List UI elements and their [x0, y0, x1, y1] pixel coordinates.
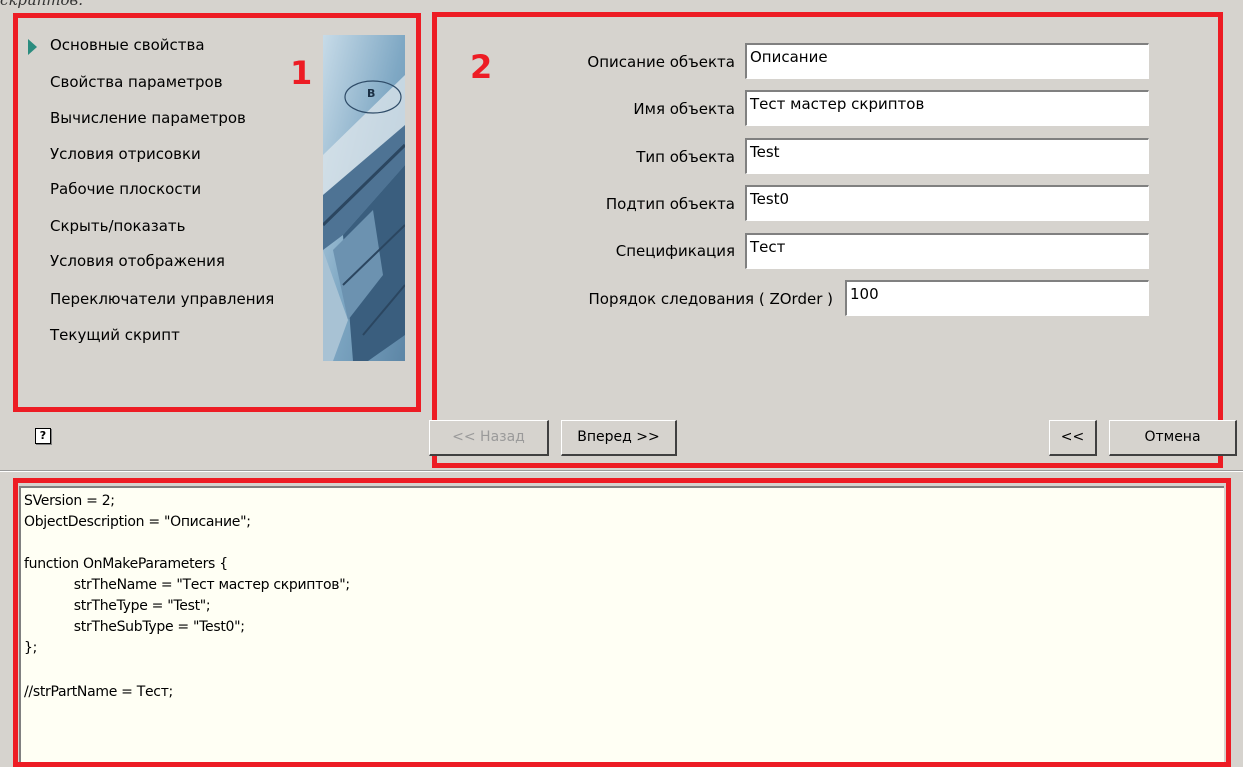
- nav-item-label: Текущий скрипт: [50, 326, 180, 344]
- image-badge: B: [367, 87, 376, 100]
- forward-button[interactable]: Вперед >>: [561, 420, 677, 456]
- script-editor[interactable]: SVersion = 2; ObjectDescription = "Описа…: [19, 486, 1224, 762]
- help-icon: ?: [39, 429, 47, 442]
- specification-field[interactable]: Тест: [745, 233, 1149, 269]
- object-subtype-label: Подтип объекта: [605, 195, 735, 213]
- nav-item-label: Условия отрисовки: [50, 145, 201, 163]
- nav-item-label: Свойства параметров: [50, 73, 223, 91]
- nav-item-current-script[interactable]: Текущий скрипт: [50, 326, 180, 344]
- collapse-button[interactable]: <<: [1049, 420, 1097, 456]
- nav-item-parameter-properties[interactable]: Свойства параметров: [50, 73, 223, 91]
- code-line: //strPartName = Тест;: [24, 684, 173, 700]
- object-name-label: Имя объекта: [633, 100, 735, 118]
- decorative-building-image: B: [323, 35, 405, 361]
- object-description-field[interactable]: Описание: [745, 43, 1149, 79]
- object-type-field[interactable]: Test: [745, 138, 1149, 174]
- nav-item-control-switches[interactable]: Переключатели управления: [50, 290, 274, 308]
- code-line: strTheType = "Test";: [24, 598, 211, 614]
- object-name-field[interactable]: Тест мастер скриптов: [745, 90, 1149, 126]
- nav-item-basic-properties[interactable]: Основные свойства: [28, 36, 205, 55]
- caption-text: скриптов.: [0, 0, 200, 8]
- object-subtype-field[interactable]: Test0: [745, 185, 1149, 221]
- section-divider: [0, 470, 1243, 472]
- zorder-field[interactable]: 100: [845, 280, 1149, 316]
- code-line: };: [24, 640, 38, 656]
- code-line: SVersion = 2;: [24, 493, 115, 509]
- code-line: ObjectDescription = "Описание";: [24, 514, 251, 530]
- nav-item-display-conditions[interactable]: Условия отображения: [50, 252, 225, 270]
- specification-label: Спецификация: [615, 242, 735, 260]
- object-description-label: Описание объекта: [587, 53, 735, 71]
- nav-item-work-planes[interactable]: Рабочие плоскости: [50, 180, 201, 198]
- nav-item-label: Условия отображения: [50, 252, 225, 270]
- panel-number-2: 2: [470, 48, 493, 86]
- zorder-label: Порядок следования ( ZOrder ): [588, 290, 833, 308]
- nav-item-label: Основные свойства: [50, 36, 205, 54]
- cancel-button[interactable]: Отмена: [1109, 420, 1237, 456]
- nav-item-hide-show[interactable]: Скрыть/показать: [50, 217, 186, 235]
- back-button[interactable]: << Назад: [429, 420, 549, 456]
- object-type-label: Тип объекта: [636, 148, 735, 166]
- nav-item-drawing-conditions[interactable]: Условия отрисовки: [50, 145, 201, 163]
- nav-item-label: Рабочие плоскости: [50, 180, 202, 198]
- nav-item-label: Вычисление параметров: [50, 109, 246, 127]
- active-arrow-icon: [28, 39, 37, 55]
- code-line: function OnMakeParameters {: [24, 556, 228, 572]
- nav-item-label: Переключатели управления: [50, 290, 275, 308]
- help-button[interactable]: ?: [35, 428, 51, 444]
- nav-item-parameter-calculation[interactable]: Вычисление параметров: [50, 109, 246, 127]
- code-line: strTheName = "Тест мастер скриптов";: [24, 577, 350, 593]
- nav-item-label: Скрыть/показать: [50, 217, 186, 235]
- panel-number-1: 1: [290, 54, 313, 92]
- code-line: strTheSubType = "Test0";: [24, 619, 245, 635]
